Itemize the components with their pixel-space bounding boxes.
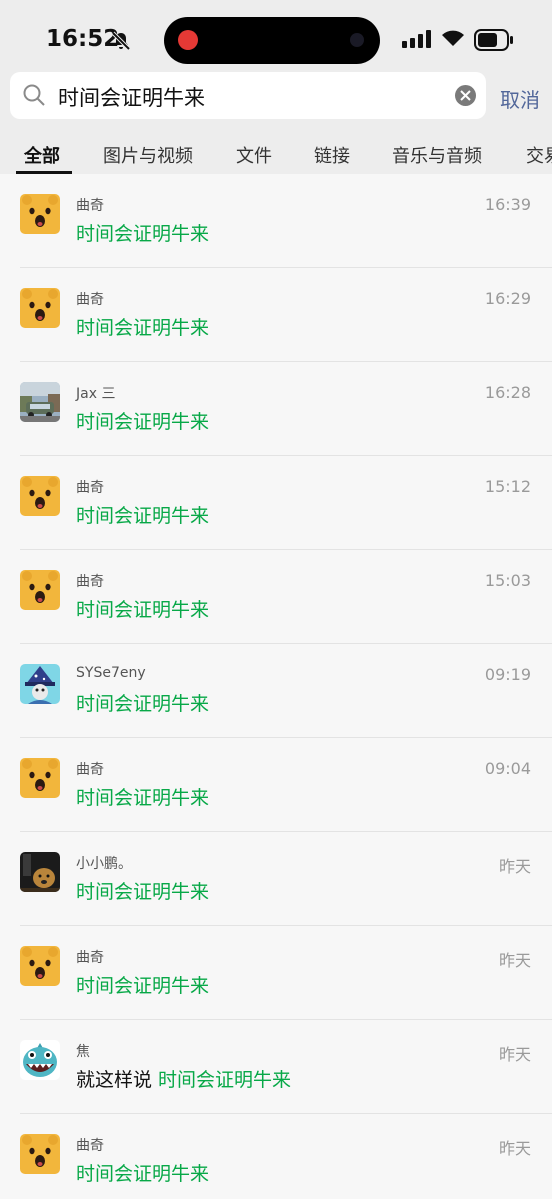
signal-icon (402, 30, 431, 48)
highlighted-match: 时间会证明牛来 (76, 693, 210, 715)
sender-name: 曲奇 (76, 1138, 104, 1154)
sender-name: 曲奇 (76, 950, 104, 966)
tab-links[interactable]: 链接 (314, 142, 350, 168)
highlighted-match: 时间会证明牛来 (76, 505, 210, 527)
bear-avatar-icon[interactable] (20, 194, 60, 234)
highlighted-match: 时间会证明牛来 (76, 411, 210, 433)
tab-files[interactable]: 文件 (236, 142, 272, 168)
wifi-icon (442, 30, 464, 46)
sender-name: 焦 (76, 1044, 90, 1060)
message-text: 时间会证明牛来 (76, 501, 209, 528)
tab-transactions[interactable]: 交易 (526, 142, 552, 168)
sender-name: 曲奇 (76, 292, 104, 308)
message-time: 昨天 (498, 857, 531, 876)
search-results-list: 曲奇 16:39 时间会证明牛来 曲奇 16:29 时间会证明牛来 Jax 三 16:28 时间… (0, 174, 552, 1199)
bear-avatar-icon[interactable] (20, 758, 60, 798)
message-text: 就这样说 时间会证明牛来 (76, 1065, 291, 1092)
status-bar: 16:52 (0, 0, 552, 70)
bear-avatar-icon[interactable] (20, 570, 60, 610)
message-time: 15:12 (484, 477, 531, 496)
result-row[interactable]: 曲奇 16:39 时间会证明牛来 (0, 174, 552, 268)
message-time: 16:29 (484, 289, 531, 308)
message-text: 时间会证明牛来 (76, 219, 209, 246)
message-text: 时间会证明牛来 (76, 877, 209, 904)
shark-avatar-icon[interactable] (20, 1040, 60, 1080)
message-prefix: 就这样说 (76, 1069, 159, 1091)
filter-tabs: 全部 图片与视频 文件 链接 音乐与音频 交易 (0, 128, 552, 174)
highlighted-match: 时间会证明牛来 (76, 975, 210, 997)
recording-dot-icon (178, 30, 198, 50)
highlighted-match: 时间会证明牛来 (158, 1069, 292, 1091)
bear-avatar-icon[interactable] (20, 946, 60, 986)
battery-icon (474, 29, 513, 51)
result-row[interactable]: SYSe7eny 09:19 时间会证明牛来 (0, 644, 552, 738)
message-time: 09:04 (484, 759, 531, 778)
highlighted-match: 时间会证明牛来 (76, 881, 210, 903)
message-time: 昨天 (498, 951, 531, 970)
camera-icon (350, 33, 364, 47)
dynamic-island (164, 17, 380, 64)
result-row[interactable]: 曲奇 09:04 时间会证明牛来 (0, 738, 552, 832)
message-text: 时间会证明牛来 (76, 1159, 209, 1186)
cancel-button[interactable]: 取消 (500, 84, 540, 113)
result-row[interactable]: 曲奇 昨天时间会证明牛来 (0, 926, 552, 1020)
highlighted-match: 时间会证明牛来 (76, 1163, 210, 1185)
message-time: 16:39 (484, 195, 531, 214)
highlighted-match: 时间会证明牛来 (76, 317, 210, 339)
car-photo-avatar-icon[interactable] (20, 382, 60, 422)
bear-avatar-icon[interactable] (20, 288, 60, 328)
bear-avatar-icon[interactable] (20, 476, 60, 516)
result-row[interactable]: Jax 三 16:28 时间会证明牛来 (0, 362, 552, 456)
message-time: 15:03 (484, 571, 531, 590)
highlighted-match: 时间会证明牛来 (76, 223, 210, 245)
result-row[interactable]: 焦 昨天就这样说 时间会证明牛来 (0, 1020, 552, 1114)
status-time: 16:52 (46, 26, 120, 52)
sender-name: Jax 三 (76, 386, 116, 402)
dog-photo-avatar-icon[interactable] (20, 852, 60, 892)
search-query: 时间会证明牛来 (58, 86, 205, 110)
message-text: 时间会证明牛来 (76, 689, 209, 716)
sender-name: 曲奇 (76, 198, 104, 214)
result-row[interactable]: 曲奇 15:12 时间会证明牛来 (0, 456, 552, 550)
tab-all[interactable]: 全部 (24, 142, 60, 168)
search-input[interactable]: 时间会证明牛来 (10, 72, 486, 119)
tab-photos-videos[interactable]: 图片与视频 (103, 142, 193, 168)
sender-name: 曲奇 (76, 480, 104, 496)
highlighted-match: 时间会证明牛来 (76, 787, 210, 809)
message-time: 昨天 (498, 1045, 531, 1064)
message-time: 09:19 (484, 665, 531, 684)
result-row[interactable]: 小小鹏。 昨天时间会证明牛来 (0, 832, 552, 926)
bear-avatar-icon[interactable] (20, 1134, 60, 1174)
message-text: 时间会证明牛来 (76, 407, 209, 434)
sender-name: 小小鹏。 (76, 856, 132, 872)
message-text: 时间会证明牛来 (76, 783, 209, 810)
message-time: 16:28 (484, 383, 531, 402)
tab-music-audio[interactable]: 音乐与音频 (392, 142, 482, 168)
search-icon (23, 84, 45, 106)
message-text: 时间会证明牛来 (76, 971, 209, 998)
sender-name: SYSe7eny (76, 665, 146, 681)
message-time: 昨天 (498, 1139, 531, 1158)
message-text: 时间会证明牛来 (76, 595, 209, 622)
result-row[interactable]: 曲奇 15:03 时间会证明牛来 (0, 550, 552, 644)
result-row[interactable]: 曲奇 昨天时间会证明牛来 (0, 1114, 552, 1199)
result-row[interactable]: 曲奇 16:29 时间会证明牛来 (0, 268, 552, 362)
sender-name: 曲奇 (76, 574, 104, 590)
sender-name: 曲奇 (76, 762, 104, 778)
message-text: 时间会证明牛来 (76, 313, 209, 340)
wizard-avatar-icon[interactable] (20, 664, 60, 704)
clear-search-icon[interactable] (455, 85, 476, 106)
bell-muted-icon (111, 31, 131, 51)
highlighted-match: 时间会证明牛来 (76, 599, 210, 621)
